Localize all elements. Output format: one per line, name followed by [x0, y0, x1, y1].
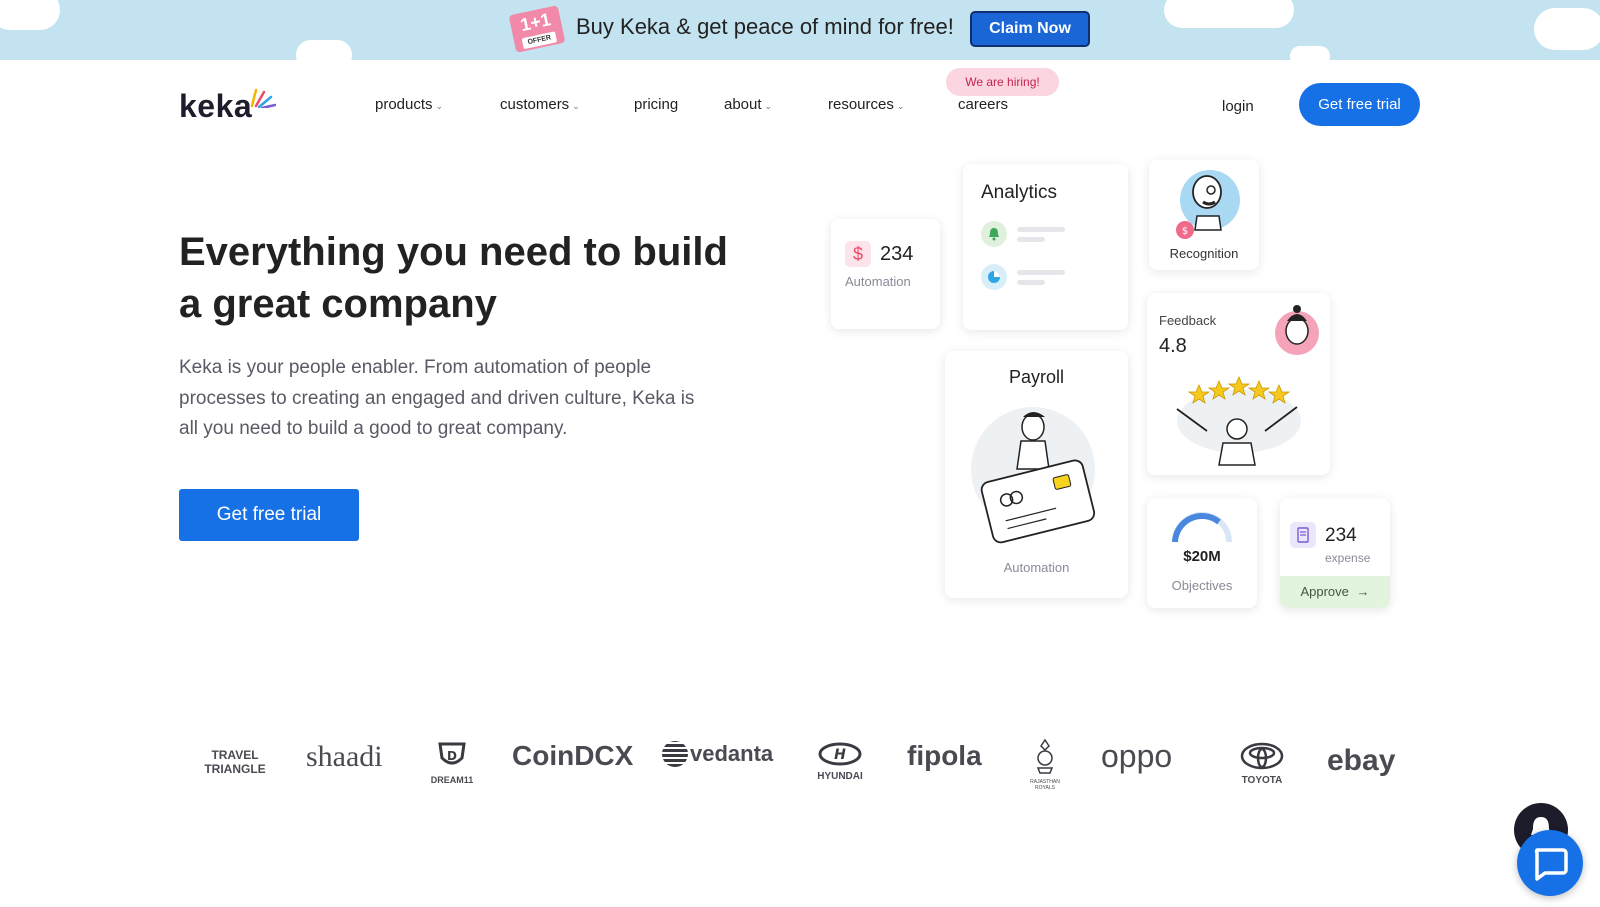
automation-label: Automation — [845, 274, 911, 289]
approve-button[interactable]: Approve → — [1280, 576, 1390, 608]
rajasthan-royals-text: RAJASTHAN ROYALS — [1030, 779, 1060, 791]
nav-item-customers[interactable]: customers ⌄ — [500, 96, 580, 113]
hiring-badge[interactable]: We are hiring! — [946, 68, 1059, 96]
chat-bubble-icon — [1534, 848, 1568, 881]
nav-item-careers[interactable]: careers — [958, 96, 1008, 113]
logo-rays-icon — [250, 88, 276, 108]
feedback-rating: 4.8 — [1159, 335, 1187, 357]
feedback-avatar-illustration — [1275, 305, 1319, 355]
hero-description: Keka is your people enabler. From automa… — [179, 357, 695, 439]
customer-logo-oppo: oppo — [1101, 738, 1173, 774]
hyundai-mark-icon: H — [818, 742, 862, 766]
customer-logo-travel-triangle: TRAVEL TRIANGLE — [200, 748, 270, 776]
chevron-down-icon: ⌄ — [764, 101, 773, 111]
cloud-decoration — [1534, 8, 1600, 50]
offer-badge: 1+1 OFFER — [508, 5, 566, 53]
nav-item-products[interactable]: products ⌄ — [375, 96, 443, 113]
customer-logo-ebay: ebay — [1327, 744, 1396, 777]
nav-item-pricing[interactable]: pricing — [634, 96, 678, 113]
vedanta-mark-icon — [662, 741, 688, 768]
customer-logo-dream11: D DREAM11 — [430, 740, 474, 785]
automation-value: 234 — [880, 243, 914, 265]
chevron-down-icon: ⌄ — [435, 101, 444, 111]
nav-item-label: careers — [958, 96, 1009, 113]
keka-logo[interactable]: keka — [179, 88, 252, 125]
nav-item-about[interactable]: about ⌄ — [724, 96, 772, 113]
feedback-celebration-illustration — [1176, 375, 1301, 466]
objectives-value: $20M — [1183, 548, 1221, 565]
svg-text:$: $ — [1182, 226, 1188, 237]
objectives-card: $20M Objectives — [1147, 498, 1257, 608]
automation-card: $ 234 Automation — [831, 219, 940, 329]
gauge-icon — [1172, 512, 1232, 543]
payroll-title: Payroll — [1008, 367, 1065, 387]
svg-text:H: H — [834, 747, 846, 763]
feedback-title: Feedback — [1159, 313, 1217, 328]
claim-now-button[interactable]: Claim Now — [970, 11, 1090, 47]
hyundai-text: HYUNDAI — [817, 771, 863, 782]
recognition-illustration: $ — [1176, 170, 1240, 239]
dream11-mark-icon: D — [438, 742, 466, 765]
rajasthan-royals-crest-icon — [1036, 738, 1054, 774]
customer-logo-coindcx: CoinDCX — [512, 740, 634, 771]
recognition-card: $ Recognition — [1149, 160, 1259, 270]
hero-free-trial-button[interactable]: Get free trial — [179, 489, 359, 541]
vedanta-text: vedanta — [690, 741, 774, 767]
cloud-decoration — [0, 0, 60, 30]
nav-item-resources[interactable]: resources ⌄ — [828, 96, 904, 113]
expense-card: 234 expense Approve → — [1280, 498, 1390, 608]
arrow-right-icon: → — [1356, 584, 1370, 599]
toyota-text: TOYOTA — [1241, 775, 1283, 786]
analytics-title: Analytics — [981, 182, 1058, 203]
expense-value: 234 — [1325, 525, 1357, 546]
nav-item-label: customers — [500, 96, 570, 113]
recognition-label: Recognition — [1169, 246, 1239, 261]
nav-free-trial-button[interactable]: Get free trial — [1299, 83, 1420, 126]
svg-text:D: D — [447, 749, 457, 763]
customer-logo-shaadi: shaadi — [306, 740, 383, 773]
approve-label: Approve — [1300, 584, 1349, 599]
travel-triangle-text: TRAVEL TRIANGLE — [204, 748, 266, 776]
cloud-decoration — [1164, 0, 1294, 28]
toyota-mark-icon — [1240, 742, 1284, 770]
nav-item-label: about — [724, 96, 762, 113]
hero-title: Everything you need to build a great com… — [179, 230, 728, 326]
analytics-line — [1017, 237, 1045, 242]
receipt-icon — [1290, 522, 1316, 548]
cloud-decoration — [1290, 46, 1330, 60]
payroll-label: Automation — [1003, 560, 1070, 575]
analytics-line — [1017, 227, 1065, 232]
analytics-line — [1017, 270, 1065, 275]
payroll-card: Payroll Automation — [945, 351, 1128, 598]
cloud-decoration — [296, 40, 352, 60]
dollar-icon: $ — [845, 241, 871, 267]
customer-logo-toyota: TOYOTA — [1232, 742, 1292, 786]
dream11-text: DREAM11 — [430, 775, 474, 785]
promo-text: Buy Keka & get peace of mind for free! — [576, 14, 954, 39]
nav-item-label: resources — [828, 96, 894, 113]
nav-item-label: pricing — [634, 96, 679, 113]
customer-logo-vedanta: vedanta — [662, 740, 774, 768]
chevron-down-icon: ⌄ — [572, 101, 580, 111]
customer-logo-rajasthan-royals: RAJASTHAN ROYALS — [1024, 738, 1066, 791]
customer-logo-fipola: fipola — [907, 740, 982, 771]
customer-logo-hyundai: H HYUNDAI — [810, 742, 870, 782]
objectives-label: Objectives — [1171, 578, 1233, 593]
chevron-down-icon: ⌄ — [896, 101, 905, 111]
analytics-line — [1017, 280, 1045, 285]
nav-item-label: products — [375, 96, 433, 113]
feedback-card: Feedback 4.8 — [1147, 293, 1330, 475]
expense-label: expense — [1325, 551, 1371, 565]
analytics-card: Analytics — [963, 164, 1128, 330]
payroll-card-illustration — [971, 407, 1096, 544]
offer-badge-main: 1+1 — [518, 9, 553, 36]
promo-banner: 1+1 OFFER Buy Keka & get peace of mind f… — [0, 0, 1600, 60]
login-link[interactable]: login — [1222, 98, 1254, 115]
pie-chart-icon — [981, 264, 1007, 290]
bell-icon — [981, 221, 1007, 247]
chat-button[interactable] — [1517, 830, 1583, 896]
